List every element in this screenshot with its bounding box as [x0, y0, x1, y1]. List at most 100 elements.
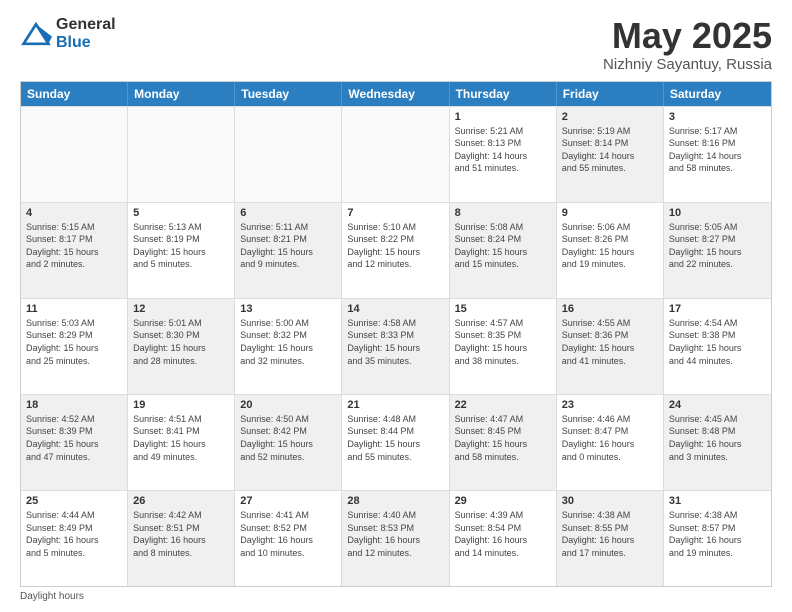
day-cell-8: 8 Sunrise: 5:08 AM Sunset: 8:24 PM Daylig… [450, 203, 557, 298]
empty-cell-0-1 [128, 107, 235, 202]
day-cell-19: 19 Sunrise: 4:51 AM Sunset: 8:41 PM Dayli… [128, 395, 235, 490]
day-cell-1: 1 Sunrise: 5:21 AM Sunset: 8:13 PM Daylig… [450, 107, 557, 202]
day-info: Sunrise: 5:03 AM Sunset: 8:29 PM Dayligh… [26, 317, 122, 367]
day-info: Sunrise: 4:39 AM Sunset: 8:54 PM Dayligh… [455, 509, 551, 559]
empty-cell-0-2 [235, 107, 342, 202]
header-day-friday: Friday [557, 82, 664, 106]
day-number: 21 [347, 399, 443, 411]
day-info: Sunrise: 4:50 AM Sunset: 8:42 PM Dayligh… [240, 413, 336, 463]
day-cell-17: 17Sunrise: 4:54 AM Sunset: 8:38 PM Dayli… [664, 299, 771, 394]
day-cell-10: 10 Sunrise: 5:05 AM Sunset: 8:27 PM Dayli… [664, 203, 771, 298]
day-number: 18 [26, 399, 122, 411]
header-day-wednesday: Wednesday [342, 82, 449, 106]
day-cell-30: 30Sunrise: 4:38 AM Sunset: 8:55 PM Dayli… [557, 491, 664, 586]
day-number: 1 [455, 111, 551, 123]
day-number: 6 [240, 207, 336, 219]
day-number: 31 [669, 495, 766, 507]
day-number: 11 [26, 303, 122, 315]
calendar: SundayMondayTuesdayWednesdayThursdayFrid… [20, 81, 772, 587]
page: General Blue May 2025 Nizhniy Sayantuy, … [0, 0, 792, 612]
day-number: 19 [133, 399, 229, 411]
day-cell-14: 14 Sunrise: 4:58 AM Sunset: 8:33 PM Dayli… [342, 299, 449, 394]
day-number: 8 [455, 207, 551, 219]
day-info: Sunrise: 4:47 AM Sunset: 8:45 PM Dayligh… [455, 413, 551, 463]
day-cell-18: 18 Sunrise: 4:52 AM Sunset: 8:39 PM Dayli… [21, 395, 128, 490]
day-cell-11: 11 Sunrise: 5:03 AM Sunset: 8:29 PM Dayli… [21, 299, 128, 394]
header-day-saturday: Saturday [664, 82, 771, 106]
day-info: Sunrise: 4:57 AM Sunset: 8:35 PM Dayligh… [455, 317, 551, 367]
week-row-3: 11 Sunrise: 5:03 AM Sunset: 8:29 PM Dayli… [21, 298, 771, 394]
title-location: Nizhniy Sayantuy, Russia [603, 56, 772, 73]
day-cell-22: 22 Sunrise: 4:47 AM Sunset: 8:45 PM Dayli… [450, 395, 557, 490]
logo-icon [20, 20, 52, 48]
day-cell-3: 3Sunrise: 5:17 AM Sunset: 8:16 PM Daylig… [664, 107, 771, 202]
header-day-sunday: Sunday [21, 82, 128, 106]
day-info: Sunrise: 4:52 AM Sunset: 8:39 PM Dayligh… [26, 413, 122, 463]
footer-note: Daylight hours [20, 591, 772, 602]
header-day-thursday: Thursday [450, 82, 557, 106]
day-number: 9 [562, 207, 658, 219]
day-number: 20 [240, 399, 336, 411]
day-number: 12 [133, 303, 229, 315]
day-info: Sunrise: 4:48 AM Sunset: 8:44 PM Dayligh… [347, 413, 443, 463]
week-row-1: 1 Sunrise: 5:21 AM Sunset: 8:13 PM Daylig… [21, 106, 771, 202]
day-cell-31: 31Sunrise: 4:38 AM Sunset: 8:57 PM Dayli… [664, 491, 771, 586]
day-cell-24: 24Sunrise: 4:45 AM Sunset: 8:48 PM Dayli… [664, 395, 771, 490]
week-row-5: 25 Sunrise: 4:44 AM Sunset: 8:49 PM Dayli… [21, 490, 771, 586]
day-number: 23 [562, 399, 658, 411]
day-cell-27: 27 Sunrise: 4:41 AM Sunset: 8:52 PM Dayli… [235, 491, 342, 586]
day-number: 10 [669, 207, 766, 219]
day-number: 17 [669, 303, 766, 315]
day-number: 26 [133, 495, 229, 507]
day-info: Sunrise: 5:13 AM Sunset: 8:19 PM Dayligh… [133, 221, 229, 271]
empty-cell-0-0 [21, 107, 128, 202]
week-row-4: 18 Sunrise: 4:52 AM Sunset: 8:39 PM Dayli… [21, 394, 771, 490]
day-info: Sunrise: 4:41 AM Sunset: 8:52 PM Dayligh… [240, 509, 336, 559]
day-info: Sunrise: 4:44 AM Sunset: 8:49 PM Dayligh… [26, 509, 122, 559]
day-info: Sunrise: 4:58 AM Sunset: 8:33 PM Dayligh… [347, 317, 443, 367]
day-cell-26: 26 Sunrise: 4:42 AM Sunset: 8:51 PM Dayli… [128, 491, 235, 586]
day-cell-15: 15 Sunrise: 4:57 AM Sunset: 8:35 PM Dayli… [450, 299, 557, 394]
day-cell-13: 13 Sunrise: 5:00 AM Sunset: 8:32 PM Dayli… [235, 299, 342, 394]
day-cell-16: 16Sunrise: 4:55 AM Sunset: 8:36 PM Dayli… [557, 299, 664, 394]
week-row-2: 4Sunrise: 5:15 AM Sunset: 8:17 PM Daylig… [21, 202, 771, 298]
logo-general-text: General [56, 16, 116, 34]
day-cell-7: 7Sunrise: 5:10 AM Sunset: 8:22 PM Daylig… [342, 203, 449, 298]
day-number: 13 [240, 303, 336, 315]
day-cell-25: 25 Sunrise: 4:44 AM Sunset: 8:49 PM Dayli… [21, 491, 128, 586]
day-number: 28 [347, 495, 443, 507]
day-cell-5: 5 Sunrise: 5:13 AM Sunset: 8:19 PM Daylig… [128, 203, 235, 298]
day-number: 27 [240, 495, 336, 507]
logo-text: General Blue [56, 16, 116, 51]
day-cell-21: 21 Sunrise: 4:48 AM Sunset: 8:44 PM Dayli… [342, 395, 449, 490]
day-cell-9: 9Sunrise: 5:06 AM Sunset: 8:26 PM Daylig… [557, 203, 664, 298]
day-info: Sunrise: 5:21 AM Sunset: 8:13 PM Dayligh… [455, 125, 551, 175]
day-info: Sunrise: 5:08 AM Sunset: 8:24 PM Dayligh… [455, 221, 551, 271]
day-number: 4 [26, 207, 122, 219]
day-info: Sunrise: 4:51 AM Sunset: 8:41 PM Dayligh… [133, 413, 229, 463]
day-info: Sunrise: 4:55 AM Sunset: 8:36 PM Dayligh… [562, 317, 658, 367]
day-info: Sunrise: 5:11 AM Sunset: 8:21 PM Dayligh… [240, 221, 336, 271]
day-cell-2: 2Sunrise: 5:19 AM Sunset: 8:14 PM Daylig… [557, 107, 664, 202]
title-block: May 2025 Nizhniy Sayantuy, Russia [603, 16, 772, 73]
day-number: 15 [455, 303, 551, 315]
title-month: May 2025 [603, 16, 772, 56]
calendar-header-row: SundayMondayTuesdayWednesdayThursdayFrid… [21, 82, 771, 106]
day-number: 5 [133, 207, 229, 219]
logo: General Blue [20, 16, 116, 51]
day-info: Sunrise: 5:10 AM Sunset: 8:22 PM Dayligh… [347, 221, 443, 271]
day-number: 22 [455, 399, 551, 411]
day-number: 29 [455, 495, 551, 507]
day-info: Sunrise: 4:38 AM Sunset: 8:55 PM Dayligh… [562, 509, 658, 559]
day-info: Sunrise: 5:00 AM Sunset: 8:32 PM Dayligh… [240, 317, 336, 367]
day-number: 14 [347, 303, 443, 315]
day-number: 24 [669, 399, 766, 411]
day-cell-4: 4Sunrise: 5:15 AM Sunset: 8:17 PM Daylig… [21, 203, 128, 298]
day-number: 2 [562, 111, 658, 123]
day-info: Sunrise: 4:42 AM Sunset: 8:51 PM Dayligh… [133, 509, 229, 559]
day-number: 25 [26, 495, 122, 507]
logo-blue-text: Blue [56, 34, 116, 52]
day-info: Sunrise: 4:40 AM Sunset: 8:53 PM Dayligh… [347, 509, 443, 559]
day-info: Sunrise: 5:05 AM Sunset: 8:27 PM Dayligh… [669, 221, 766, 271]
day-cell-23: 23Sunrise: 4:46 AM Sunset: 8:47 PM Dayli… [557, 395, 664, 490]
